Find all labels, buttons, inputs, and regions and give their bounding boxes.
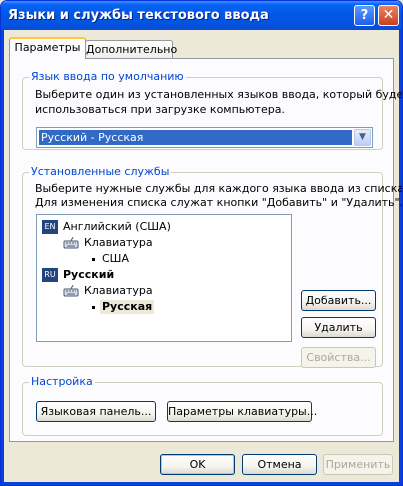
help-button[interactable]: ? <box>354 5 375 26</box>
keyboard-icon <box>63 285 79 297</box>
settings-group: Настройка Языковая панель... Параметры к… <box>22 375 383 436</box>
installed-services-description-line1: Выберите нужные службы для каждого языка… <box>35 182 403 195</box>
tab-panel: Язык ввода по умолчанию Выберите один из… <box>9 58 402 442</box>
ok-button[interactable]: OK <box>160 454 235 475</box>
bullet-icon <box>92 258 95 261</box>
default-language-value: Русский - Русская <box>39 130 352 145</box>
chevron-down-icon[interactable]: ▼ <box>354 129 371 146</box>
installed-services-group-label: Установленные службы <box>29 165 172 178</box>
default-language-group-label: Язык ввода по умолчанию <box>29 70 186 83</box>
tab-parameters[interactable]: Параметры <box>9 37 86 59</box>
add-button[interactable]: Добавить... <box>301 290 376 311</box>
properties-button[interactable]: Свойства... <box>301 347 376 368</box>
keyboard-icon <box>63 237 79 249</box>
tree-item-english-keyboard-label: Клавиатура <box>84 236 153 249</box>
window-title: Языки и службы текстового ввода <box>8 8 269 23</box>
cancel-button[interactable]: Отмена <box>242 454 317 475</box>
bullet-icon <box>92 306 95 309</box>
default-language-description-line1: Выберите один из установленных языков вв… <box>35 88 403 101</box>
tree-item-russian-keyboard-label: Клавиатура <box>84 284 153 297</box>
default-language-select[interactable]: Русский - Русская ▼ <box>36 127 373 148</box>
installed-services-description-line2: Для изменения списка служат кнопки "Доба… <box>35 196 403 209</box>
installed-services-group: Установленные службы Выберите нужные слу… <box>22 165 402 368</box>
default-language-description-line2: использоваться при загрузке компьютера. <box>35 103 285 116</box>
window-frame-bottom <box>1 482 402 485</box>
title-bar[interactable]: Языки и службы текстового ввода ? ✕ <box>1 1 402 30</box>
window-frame-left <box>1 30 4 485</box>
remove-button[interactable]: Удалить <box>301 317 376 338</box>
language-badge-ru: RU <box>42 268 58 282</box>
tree-item-russian-layout-label: Русская <box>100 300 155 314</box>
default-language-group: Язык ввода по умолчанию Выберите один из… <box>22 70 402 150</box>
tree-item-english-layout-label: США <box>102 252 129 265</box>
language-bar-button[interactable]: Языковая панель... <box>36 401 156 422</box>
settings-group-label: Настройка <box>29 375 95 388</box>
tab-advanced[interactable]: Дополнительно <box>85 40 177 60</box>
keyboard-settings-button[interactable]: Параметры клавиатуры... <box>167 401 317 422</box>
close-button[interactable]: ✕ <box>378 5 399 26</box>
tree-item-russian-label: Русский <box>63 268 115 281</box>
tree-item-english-label: Английский (США) <box>63 220 171 233</box>
dialog-window: Языки и службы текстового ввода ? ✕ Пара… <box>0 0 403 486</box>
language-badge-en: EN <box>42 220 58 234</box>
installed-services-tree[interactable]: EN Английский (США) Клавиатура США RU Ру… <box>36 214 292 342</box>
apply-button[interactable]: Применить <box>323 454 393 475</box>
